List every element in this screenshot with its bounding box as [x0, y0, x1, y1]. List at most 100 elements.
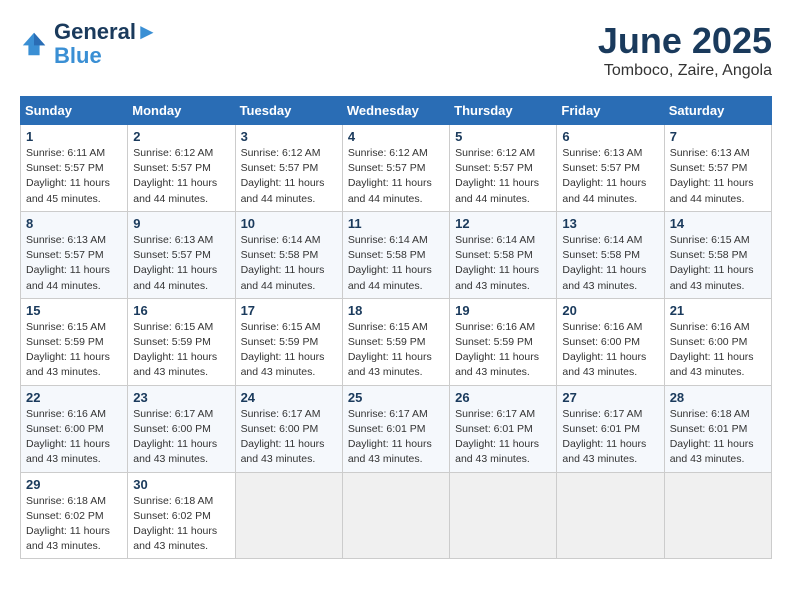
calendar-week-1: 1 Sunrise: 6:11 AM Sunset: 5:57 PM Dayli…: [21, 125, 772, 212]
day-number: 16: [133, 303, 229, 318]
day-detail: Sunrise: 6:15 AM Sunset: 5:58 PM Dayligh…: [670, 233, 766, 294]
calendar-cell: 12 Sunrise: 6:14 AM Sunset: 5:58 PM Dayl…: [450, 211, 557, 298]
calendar-cell: 17 Sunrise: 6:15 AM Sunset: 5:59 PM Dayl…: [235, 298, 342, 385]
calendar-cell: 20 Sunrise: 6:16 AM Sunset: 6:00 PM Dayl…: [557, 298, 664, 385]
day-number: 8: [26, 216, 122, 231]
day-detail: Sunrise: 6:13 AM Sunset: 5:57 PM Dayligh…: [670, 146, 766, 207]
day-detail: Sunrise: 6:14 AM Sunset: 5:58 PM Dayligh…: [348, 233, 444, 294]
day-number: 29: [26, 477, 122, 492]
calendar-cell: 18 Sunrise: 6:15 AM Sunset: 5:59 PM Dayl…: [342, 298, 449, 385]
day-detail: Sunrise: 6:16 AM Sunset: 5:59 PM Dayligh…: [455, 320, 551, 381]
calendar-header-sunday: Sunday: [21, 97, 128, 125]
day-detail: Sunrise: 6:15 AM Sunset: 5:59 PM Dayligh…: [241, 320, 337, 381]
calendar-week-4: 22 Sunrise: 6:16 AM Sunset: 6:00 PM Dayl…: [21, 385, 772, 472]
day-number: 24: [241, 390, 337, 405]
calendar-week-5: 29 Sunrise: 6:18 AM Sunset: 6:02 PM Dayl…: [21, 472, 772, 559]
calendar-cell: 27 Sunrise: 6:17 AM Sunset: 6:01 PM Dayl…: [557, 385, 664, 472]
month-title: June 2025: [598, 20, 772, 62]
day-number: 27: [562, 390, 658, 405]
day-detail: Sunrise: 6:14 AM Sunset: 5:58 PM Dayligh…: [562, 233, 658, 294]
day-number: 28: [670, 390, 766, 405]
calendar-cell: 22 Sunrise: 6:16 AM Sunset: 6:00 PM Dayl…: [21, 385, 128, 472]
day-number: 14: [670, 216, 766, 231]
day-detail: Sunrise: 6:14 AM Sunset: 5:58 PM Dayligh…: [455, 233, 551, 294]
day-detail: Sunrise: 6:13 AM Sunset: 5:57 PM Dayligh…: [26, 233, 122, 294]
calendar-cell: 24 Sunrise: 6:17 AM Sunset: 6:00 PM Dayl…: [235, 385, 342, 472]
calendar-cell: 25 Sunrise: 6:17 AM Sunset: 6:01 PM Dayl…: [342, 385, 449, 472]
calendar-cell: 29 Sunrise: 6:18 AM Sunset: 6:02 PM Dayl…: [21, 472, 128, 559]
day-number: 30: [133, 477, 229, 492]
calendar-cell: 9 Sunrise: 6:13 AM Sunset: 5:57 PM Dayli…: [128, 211, 235, 298]
title-block: June 2025 Tomboco, Zaire, Angola: [598, 20, 772, 80]
logo-text: General► Blue: [54, 20, 158, 68]
calendar-cell: [235, 472, 342, 559]
day-detail: Sunrise: 6:17 AM Sunset: 6:00 PM Dayligh…: [133, 407, 229, 468]
day-detail: Sunrise: 6:15 AM Sunset: 5:59 PM Dayligh…: [348, 320, 444, 381]
day-number: 9: [133, 216, 229, 231]
calendar-header-friday: Friday: [557, 97, 664, 125]
day-number: 10: [241, 216, 337, 231]
calendar-header-monday: Monday: [128, 97, 235, 125]
day-detail: Sunrise: 6:12 AM Sunset: 5:57 PM Dayligh…: [133, 146, 229, 207]
calendar-cell: 16 Sunrise: 6:15 AM Sunset: 5:59 PM Dayl…: [128, 298, 235, 385]
day-number: 19: [455, 303, 551, 318]
calendar-cell: 4 Sunrise: 6:12 AM Sunset: 5:57 PM Dayli…: [342, 125, 449, 212]
day-number: 20: [562, 303, 658, 318]
calendar-week-3: 15 Sunrise: 6:15 AM Sunset: 5:59 PM Dayl…: [21, 298, 772, 385]
day-detail: Sunrise: 6:18 AM Sunset: 6:02 PM Dayligh…: [26, 494, 122, 555]
day-number: 18: [348, 303, 444, 318]
calendar-cell: 11 Sunrise: 6:14 AM Sunset: 5:58 PM Dayl…: [342, 211, 449, 298]
day-detail: Sunrise: 6:12 AM Sunset: 5:57 PM Dayligh…: [455, 146, 551, 207]
calendar-header-wednesday: Wednesday: [342, 97, 449, 125]
day-detail: Sunrise: 6:18 AM Sunset: 6:02 PM Dayligh…: [133, 494, 229, 555]
calendar-cell: 15 Sunrise: 6:15 AM Sunset: 5:59 PM Dayl…: [21, 298, 128, 385]
day-number: 4: [348, 129, 444, 144]
day-detail: Sunrise: 6:16 AM Sunset: 6:00 PM Dayligh…: [26, 407, 122, 468]
calendar-header-saturday: Saturday: [664, 97, 771, 125]
day-number: 1: [26, 129, 122, 144]
day-number: 3: [241, 129, 337, 144]
calendar-cell: 5 Sunrise: 6:12 AM Sunset: 5:57 PM Dayli…: [450, 125, 557, 212]
day-number: 17: [241, 303, 337, 318]
logo: General► Blue: [20, 20, 158, 68]
day-detail: Sunrise: 6:17 AM Sunset: 6:01 PM Dayligh…: [348, 407, 444, 468]
calendar-table: SundayMondayTuesdayWednesdayThursdayFrid…: [20, 96, 772, 559]
calendar-header-tuesday: Tuesday: [235, 97, 342, 125]
calendar-cell: [450, 472, 557, 559]
day-detail: Sunrise: 6:15 AM Sunset: 5:59 PM Dayligh…: [26, 320, 122, 381]
day-detail: Sunrise: 6:13 AM Sunset: 5:57 PM Dayligh…: [562, 146, 658, 207]
day-detail: Sunrise: 6:11 AM Sunset: 5:57 PM Dayligh…: [26, 146, 122, 207]
logo-icon: [20, 30, 48, 58]
day-detail: Sunrise: 6:12 AM Sunset: 5:57 PM Dayligh…: [241, 146, 337, 207]
calendar-cell: [664, 472, 771, 559]
calendar-cell: 13 Sunrise: 6:14 AM Sunset: 5:58 PM Dayl…: [557, 211, 664, 298]
day-detail: Sunrise: 6:15 AM Sunset: 5:59 PM Dayligh…: [133, 320, 229, 381]
day-number: 15: [26, 303, 122, 318]
calendar-cell: [557, 472, 664, 559]
calendar-cell: 7 Sunrise: 6:13 AM Sunset: 5:57 PM Dayli…: [664, 125, 771, 212]
calendar-cell: 10 Sunrise: 6:14 AM Sunset: 5:58 PM Dayl…: [235, 211, 342, 298]
day-number: 13: [562, 216, 658, 231]
calendar-cell: 8 Sunrise: 6:13 AM Sunset: 5:57 PM Dayli…: [21, 211, 128, 298]
day-detail: Sunrise: 6:17 AM Sunset: 6:01 PM Dayligh…: [562, 407, 658, 468]
calendar-cell: 2 Sunrise: 6:12 AM Sunset: 5:57 PM Dayli…: [128, 125, 235, 212]
calendar-header-thursday: Thursday: [450, 97, 557, 125]
calendar-cell: 1 Sunrise: 6:11 AM Sunset: 5:57 PM Dayli…: [21, 125, 128, 212]
day-number: 21: [670, 303, 766, 318]
calendar-cell: 26 Sunrise: 6:17 AM Sunset: 6:01 PM Dayl…: [450, 385, 557, 472]
calendar-week-2: 8 Sunrise: 6:13 AM Sunset: 5:57 PM Dayli…: [21, 211, 772, 298]
day-number: 5: [455, 129, 551, 144]
day-number: 26: [455, 390, 551, 405]
day-detail: Sunrise: 6:17 AM Sunset: 6:00 PM Dayligh…: [241, 407, 337, 468]
calendar-header-row: SundayMondayTuesdayWednesdayThursdayFrid…: [21, 97, 772, 125]
day-number: 23: [133, 390, 229, 405]
day-number: 25: [348, 390, 444, 405]
day-detail: Sunrise: 6:16 AM Sunset: 6:00 PM Dayligh…: [670, 320, 766, 381]
day-number: 22: [26, 390, 122, 405]
calendar-cell: 28 Sunrise: 6:18 AM Sunset: 6:01 PM Dayl…: [664, 385, 771, 472]
location: Tomboco, Zaire, Angola: [598, 62, 772, 80]
day-detail: Sunrise: 6:18 AM Sunset: 6:01 PM Dayligh…: [670, 407, 766, 468]
calendar-cell: [342, 472, 449, 559]
day-detail: Sunrise: 6:12 AM Sunset: 5:57 PM Dayligh…: [348, 146, 444, 207]
day-number: 2: [133, 129, 229, 144]
